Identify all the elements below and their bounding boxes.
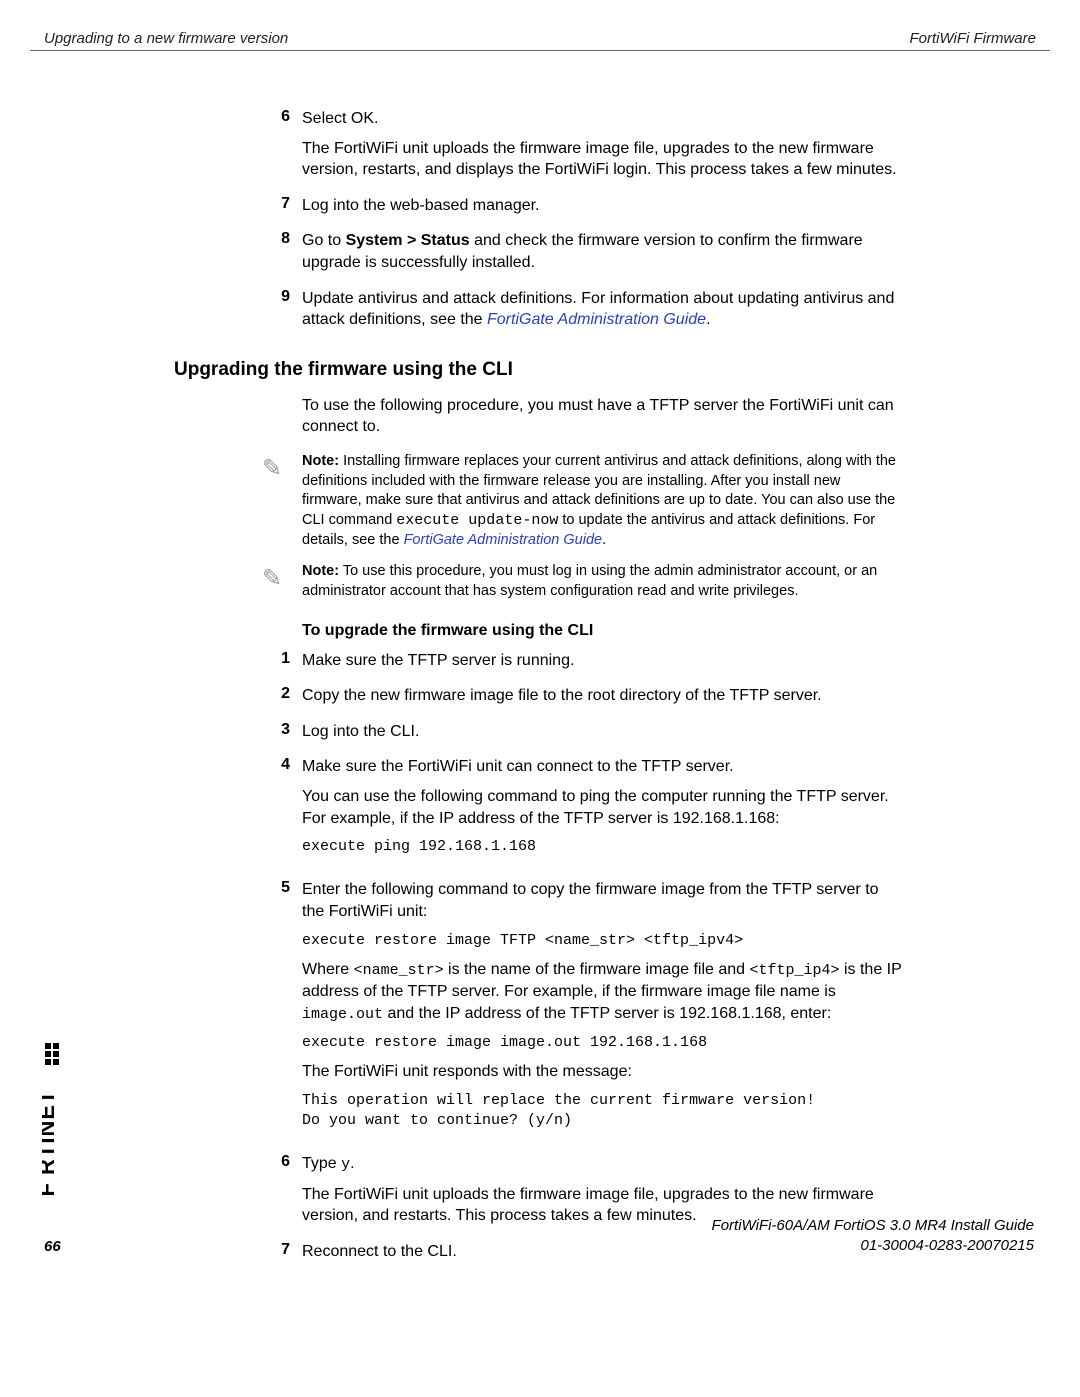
footer-line1: FortiWiFi-60A/AM FortiOS 3.0 MR4 Install… <box>712 1216 1034 1236</box>
section-intro: To use the following procedure, you must… <box>302 395 902 438</box>
content-area: 6Select OK.The FortiWiFi unit uploads th… <box>262 108 902 1268</box>
step-number: 2 <box>262 685 302 703</box>
note-text: Note: To use this procedure, you must lo… <box>302 562 902 601</box>
page-number: 66 <box>44 1238 61 1255</box>
header-rule <box>30 50 1050 51</box>
list-item: 5Enter the following command to copy the… <box>262 879 902 1139</box>
step-body: Make sure the TFTP server is running. <box>302 650 902 672</box>
step-body: Make sure the FortiWiFi unit can connect… <box>302 756 902 865</box>
list-item: 2Copy the new firmware image file to the… <box>262 685 902 707</box>
note-text: Note: Installing firmware replaces your … <box>302 452 902 551</box>
step-body: Select OK.The FortiWiFi unit uploads the… <box>302 108 902 181</box>
header-left: Upgrading to a new firmware version <box>44 30 288 47</box>
footer-line2: 01-30004-0283-20070215 <box>712 1236 1034 1256</box>
section-notes: ✎Note: Installing firmware replaces your… <box>262 452 902 602</box>
subheading: To upgrade the firmware using the CLI <box>302 622 902 640</box>
step-number: 7 <box>262 195 302 213</box>
step-number: 5 <box>262 879 302 897</box>
fortinet-logo: F RTINET <box>42 1043 66 1219</box>
step-number: 3 <box>262 721 302 739</box>
list-item: 8Go to System > Status and check the fir… <box>262 230 902 273</box>
step-number: 6 <box>262 1153 302 1171</box>
note-icon: ✎ <box>262 562 302 593</box>
step-body: Log into the CLI. <box>302 721 902 743</box>
note-block: ✎Note: To use this procedure, you must l… <box>262 562 902 601</box>
step-body: Go to System > Status and check the firm… <box>302 230 902 273</box>
list-item: 7Log into the web-based manager. <box>262 195 902 217</box>
footer-right: FortiWiFi-60A/AM FortiOS 3.0 MR4 Install… <box>712 1216 1034 1255</box>
list-item: 1Make sure the TFTP server is running. <box>262 650 902 672</box>
list-item: 6Select OK.The FortiWiFi unit uploads th… <box>262 108 902 181</box>
step-number: 1 <box>262 650 302 668</box>
step-number: 9 <box>262 288 302 306</box>
top-ordered-steps: 6Select OK.The FortiWiFi unit uploads th… <box>262 108 902 331</box>
step-number: 6 <box>262 108 302 126</box>
section-heading: Upgrading the firmware using the CLI <box>174 359 902 381</box>
cli-ordered-steps: 1Make sure the TFTP server is running.2C… <box>262 650 902 1263</box>
note-block: ✎Note: Installing firmware replaces your… <box>262 452 902 551</box>
step-body: Copy the new firmware image file to the … <box>302 685 902 707</box>
list-item: 9Update antivirus and attack definitions… <box>262 288 902 331</box>
step-number: 4 <box>262 756 302 774</box>
header-right: FortiWiFi Firmware <box>909 30 1036 47</box>
note-icon: ✎ <box>262 452 302 483</box>
list-item: 3Log into the CLI. <box>262 721 902 743</box>
step-number: 8 <box>262 230 302 248</box>
step-body: Log into the web-based manager. <box>302 195 902 217</box>
step-body: Enter the following command to copy the … <box>302 879 902 1139</box>
list-item: 4Make sure the FortiWiFi unit can connec… <box>262 756 902 865</box>
step-number: 7 <box>262 1241 302 1259</box>
svg-text:F RTINET: F RTINET <box>42 1090 59 1197</box>
step-body: Update antivirus and attack definitions.… <box>302 288 902 331</box>
